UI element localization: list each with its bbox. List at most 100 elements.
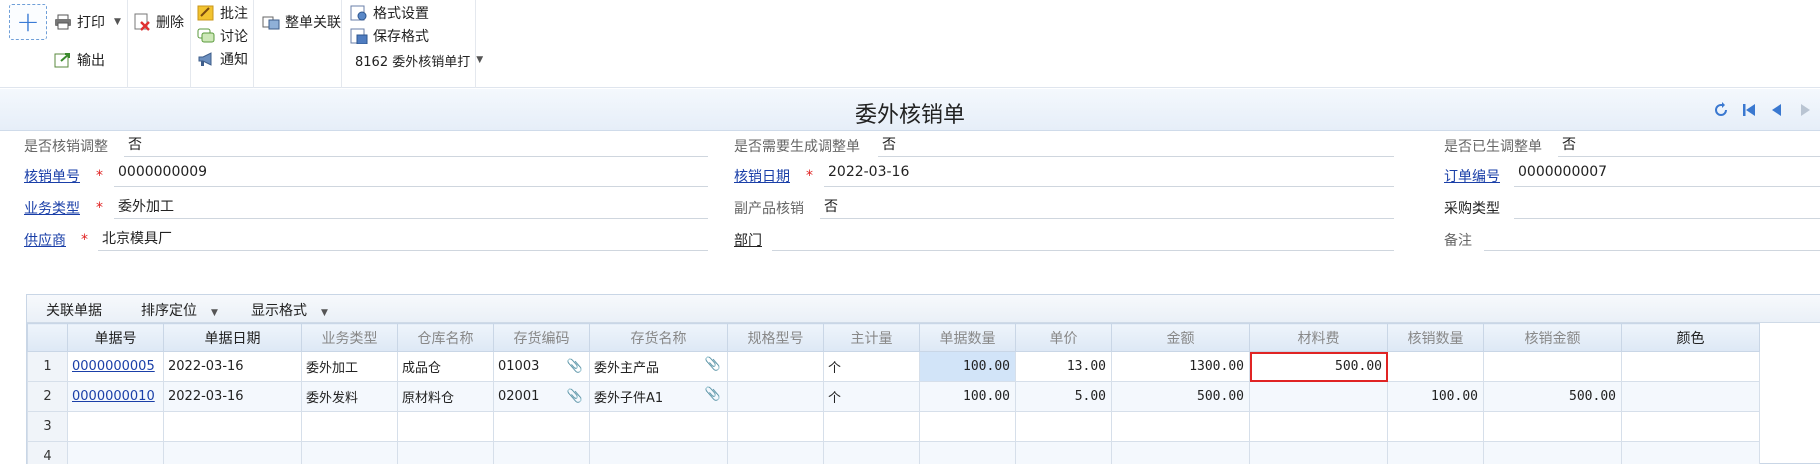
cell-amount[interactable]: 1300.00 [1111, 351, 1250, 382]
cell-inv-name[interactable]: 委外主产品 📎 [589, 351, 728, 382]
table-row[interactable]: 3 [27, 411, 1760, 442]
cell-warehouse[interactable]: 原材料仓 [397, 381, 494, 412]
empty-cell[interactable] [1387, 441, 1484, 464]
cell-biz-type[interactable]: 委外发料 [301, 381, 398, 412]
column-header[interactable]: 单价 [1015, 323, 1112, 352]
doc-no-link[interactable]: 0000000005 [67, 351, 164, 382]
table-row[interactable]: 1 0000000005 2022-03-16 委外加工 成品仓 01003 📎 … [27, 351, 1760, 382]
refresh-icon[interactable] [1713, 102, 1729, 118]
sort-locate-button[interactable]: 排序定位 ▼ [141, 300, 218, 320]
empty-cell[interactable] [1483, 441, 1622, 464]
cell-inv-code[interactable]: 02001 📎 [493, 381, 590, 412]
annotate-button[interactable]: 批注 [197, 2, 248, 24]
empty-cell[interactable] [163, 411, 302, 442]
export-button[interactable]: 输出 [54, 49, 105, 71]
empty-cell[interactable] [301, 441, 398, 464]
empty-cell[interactable] [67, 411, 164, 442]
field-supplier-label[interactable]: 供应商 [24, 230, 66, 250]
field-order-no-value[interactable]: 0000000007 [1518, 164, 1607, 180]
empty-cell[interactable] [589, 441, 728, 464]
field-adjust-generated-value[interactable]: 否 [1562, 134, 1576, 154]
cell-warehouse[interactable]: 成品仓 [397, 351, 494, 382]
column-header[interactable]: 单据日期 [163, 323, 302, 352]
cell-amount[interactable]: 500.00 [1111, 381, 1250, 412]
cell-date[interactable]: 2022-03-16 [163, 381, 302, 412]
field-byproduct-value[interactable]: 否 [824, 196, 838, 216]
empty-cell[interactable] [397, 411, 494, 442]
cell-spec[interactable] [727, 351, 824, 382]
column-header[interactable]: 仓库名称 [397, 323, 494, 352]
column-header[interactable]: 颜色 [1621, 323, 1760, 352]
field-dept-label[interactable]: 部门 [734, 230, 762, 250]
notify-button[interactable]: 通知 [197, 48, 248, 70]
column-header[interactable]: 核销数量 [1387, 323, 1484, 352]
cell-material-fee[interactable]: 500.00 [1249, 351, 1388, 382]
column-header[interactable]: 金额 [1111, 323, 1250, 352]
column-header[interactable]: 单据号 [67, 323, 164, 352]
empty-cell[interactable] [1621, 441, 1760, 464]
cell-qty[interactable]: 100.00 [919, 351, 1016, 382]
empty-cell[interactable] [727, 411, 824, 442]
chevron-down-icon[interactable]: ▼ [476, 55, 483, 65]
format-settings-button[interactable]: 格式设置 [350, 2, 429, 24]
empty-cell[interactable] [1015, 411, 1112, 442]
cell-material-fee[interactable] [1249, 381, 1388, 412]
empty-cell[interactable] [1249, 441, 1388, 464]
cell-qty[interactable]: 100.00 [919, 381, 1016, 412]
previous-page-icon[interactable] [1768, 102, 1784, 118]
table-row[interactable]: 4 [27, 441, 1760, 464]
cell-price[interactable]: 13.00 [1015, 351, 1112, 382]
chevron-down-icon[interactable]: ▼ [114, 17, 121, 27]
cell-color[interactable] [1621, 351, 1760, 382]
column-header[interactable]: 规格型号 [727, 323, 824, 352]
empty-cell[interactable] [1015, 441, 1112, 464]
empty-cell[interactable] [1111, 441, 1250, 464]
field-biz-type-value[interactable]: 委外加工 [118, 196, 174, 216]
cell-inv-name[interactable]: 委外子件A1 📎 [589, 381, 728, 412]
field-order-no-label[interactable]: 订单编号 [1444, 166, 1500, 186]
chevron-down-icon[interactable]: ▼ [211, 308, 218, 318]
column-header[interactable]: 核销金额 [1483, 323, 1622, 352]
column-header[interactable]: 存货编码 [493, 323, 590, 352]
related-docs-button[interactable]: 关联单据 [46, 300, 102, 320]
field-writeoff-date-value[interactable]: 2022-03-16 [828, 164, 909, 180]
column-header[interactable]: 主计量 [823, 323, 920, 352]
doc-no-link[interactable]: 0000000010 [67, 381, 164, 412]
empty-cell[interactable] [67, 441, 164, 464]
column-header[interactable]: 单据数量 [919, 323, 1016, 352]
cell-date[interactable]: 2022-03-16 [163, 351, 302, 382]
empty-cell[interactable] [727, 441, 824, 464]
empty-cell[interactable] [1111, 411, 1250, 442]
first-page-icon[interactable] [1741, 102, 1757, 118]
field-need-adjust-doc-value[interactable]: 否 [882, 134, 896, 154]
empty-cell[interactable] [919, 411, 1016, 442]
cell-spec[interactable] [727, 381, 824, 412]
field-writeoff-no-label[interactable]: 核销单号 [24, 166, 80, 186]
empty-cell[interactable] [397, 441, 494, 464]
paperclip-icon[interactable]: 📎 [567, 359, 583, 374]
next-page-icon[interactable] [1797, 102, 1813, 118]
cell-color[interactable] [1621, 381, 1760, 412]
field-writeoff-no-value[interactable]: 0000000009 [118, 164, 207, 180]
discuss-button[interactable]: 讨论 [197, 25, 248, 47]
cell-biz-type[interactable]: 委外加工 [301, 351, 398, 382]
field-biz-type-label[interactable]: 业务类型 [24, 198, 80, 218]
empty-cell[interactable] [823, 441, 920, 464]
cell-wo-qty[interactable]: 100.00 [1387, 381, 1484, 412]
empty-cell[interactable] [163, 441, 302, 464]
cell-inv-code[interactable]: 01003 📎 [493, 351, 590, 382]
cell-wo-amount[interactable]: 500.00 [1483, 381, 1622, 412]
format-select[interactable]: 8162 委外核销单打 ▼ [355, 49, 483, 71]
empty-cell[interactable] [493, 441, 590, 464]
paperclip-icon[interactable]: 📎 [567, 389, 583, 404]
field-supplier-value[interactable]: 北京模具厂 [102, 228, 172, 248]
column-header[interactable]: 存货名称 [589, 323, 728, 352]
empty-cell[interactable] [1621, 411, 1760, 442]
empty-cell[interactable] [1483, 411, 1622, 442]
print-button[interactable]: 打印 ▼ [54, 11, 121, 33]
paperclip-icon[interactable]: 📎 [705, 357, 721, 372]
add-button[interactable]: + [9, 4, 47, 40]
delete-button[interactable]: 删除 [133, 11, 184, 33]
display-format-button[interactable]: 显示格式 ▼ [251, 300, 328, 320]
empty-cell[interactable] [823, 411, 920, 442]
